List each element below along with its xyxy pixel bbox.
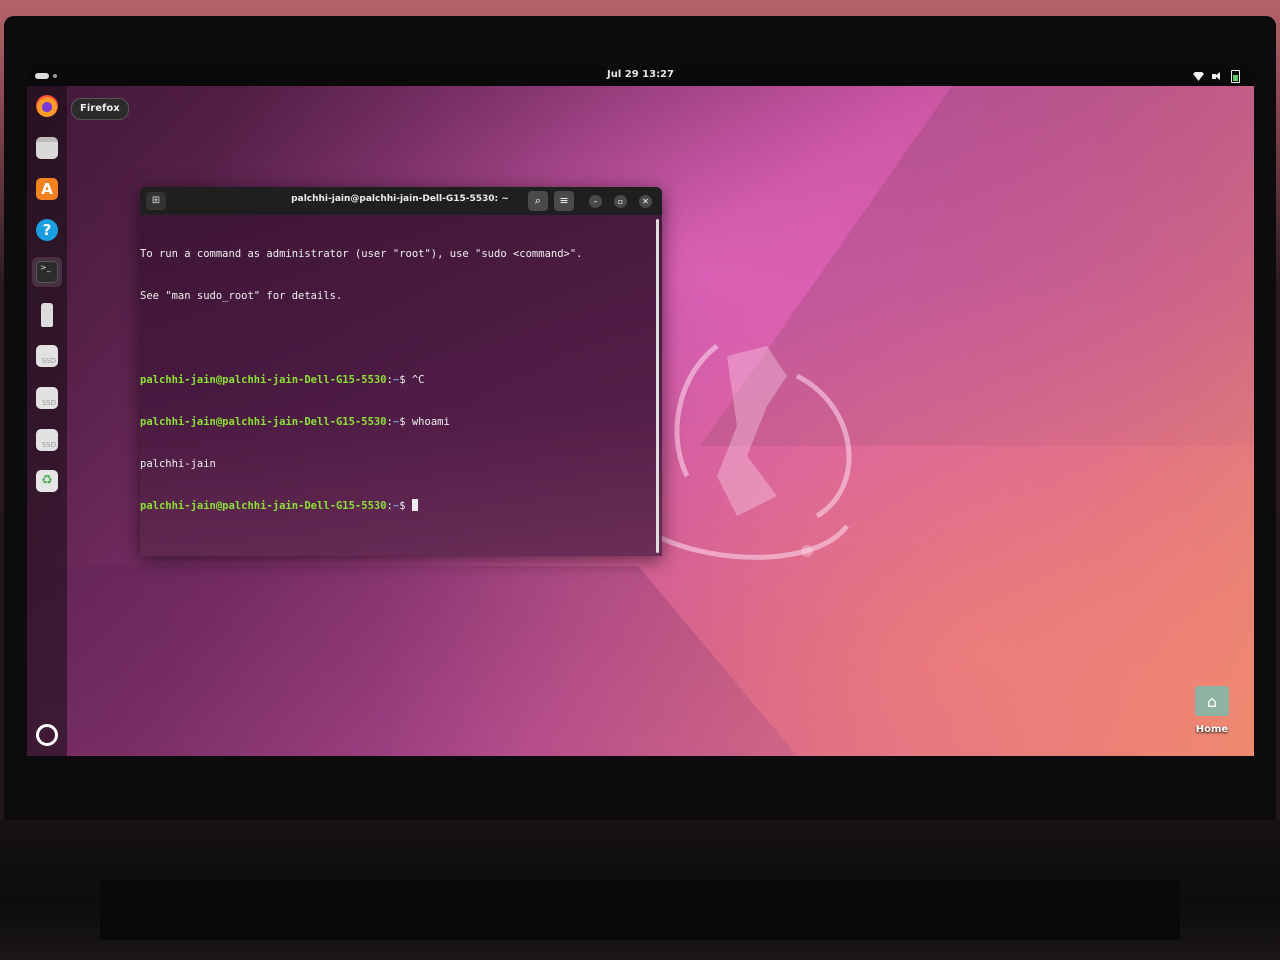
- output-text: palchhi-jain: [140, 458, 216, 470]
- minimize-icon: –: [593, 197, 598, 206]
- prompt-user-host: palchhi-jain@palchhi-jain-Dell-G15-5530: [140, 416, 387, 428]
- dock-item-app-center[interactable]: A: [32, 174, 62, 204]
- maximize-icon: ▫: [617, 197, 624, 206]
- dock-item-drive-1[interactable]: SSD: [32, 341, 62, 371]
- system-tray[interactable]: [1193, 70, 1240, 83]
- dock-item-firefox[interactable]: [32, 91, 62, 121]
- help-icon: ?: [36, 219, 58, 241]
- command-text: ^C: [411, 374, 425, 386]
- output-text: See "man sudo_root" for details.: [140, 290, 343, 302]
- terminal-line: palchhi-jain: [140, 457, 650, 471]
- search-button[interactable]: ⌕: [528, 191, 548, 211]
- dock-item-help[interactable]: ?: [32, 215, 62, 245]
- minimize-button[interactable]: –: [589, 195, 602, 208]
- dock-item-usb-drive[interactable]: [32, 299, 62, 329]
- volume-icon[interactable]: [1212, 72, 1223, 81]
- battery-icon[interactable]: [1231, 70, 1240, 83]
- home-label: Home: [1195, 724, 1229, 735]
- dock-item-terminal[interactable]: >_: [32, 257, 62, 287]
- firefox-icon: [36, 95, 58, 117]
- terminal-line: palchhi-jain@palchhi-jain-Dell-G15-5530:…: [140, 416, 450, 428]
- dock: A ? >_ SSD SSD SSD ♻: [27, 86, 67, 756]
- trash-icon: ♻: [36, 470, 58, 492]
- window-title: palchhi-jain@palchhi-jain-Dell-G15-5530:…: [291, 194, 509, 204]
- output-text: To run a command as administrator (user …: [140, 248, 583, 260]
- prompt-path: ~: [392, 500, 400, 512]
- prompt-path: ~: [392, 374, 400, 386]
- dock-item-files[interactable]: [32, 133, 62, 163]
- terminal-scrollbar[interactable]: [656, 219, 659, 553]
- home-folder-icon: ⌂: [1195, 686, 1229, 716]
- menu-button[interactable]: ≡: [554, 191, 574, 211]
- files-icon: [36, 137, 58, 159]
- app-center-icon: A: [36, 178, 58, 200]
- drive-icon: SSD: [36, 345, 58, 367]
- terminal-line: palchhi-jain@palchhi-jain-Dell-G15-5530:…: [140, 499, 650, 513]
- app-grid-icon: [36, 724, 58, 746]
- drive-icon: SSD: [36, 429, 58, 451]
- top-bar: Jul 29 13:27: [27, 66, 1254, 86]
- terminal-titlebar[interactable]: ⊞ palchhi-jain@palchhi-jain-Dell-G15-553…: [140, 187, 662, 215]
- dock-item-trash[interactable]: ♻: [32, 466, 62, 496]
- terminal-output[interactable]: To run a command as administrator (user …: [140, 219, 650, 541]
- hamburger-menu-icon: ≡: [559, 194, 569, 207]
- new-tab-button[interactable]: ⊞: [146, 192, 166, 210]
- close-icon: ✕: [642, 197, 649, 206]
- wifi-icon[interactable]: [1193, 72, 1204, 81]
- terminal-line: palchhi-jain@palchhi-jain-Dell-G15-5530:…: [140, 374, 425, 386]
- terminal-icon: >_: [36, 261, 58, 283]
- clock[interactable]: Jul 29 13:27: [27, 69, 1254, 80]
- desktop-screen: Jul 29 13:27 A ? >_ SSD SSD SSD ♻ Firefo…: [27, 66, 1254, 756]
- wallpaper-mascot: [655, 344, 852, 560]
- show-apps-button[interactable]: [32, 720, 62, 750]
- close-button[interactable]: ✕: [639, 195, 652, 208]
- command-text: whoami: [411, 416, 450, 428]
- dock-tooltip: Firefox: [71, 98, 129, 120]
- dock-item-drive-3[interactable]: SSD: [32, 425, 62, 455]
- prompt-user-host: palchhi-jain@palchhi-jain-Dell-G15-5530: [140, 374, 387, 386]
- laptop-base: [100, 880, 1180, 940]
- prompt-user-host: palchhi-jain@palchhi-jain-Dell-G15-5530: [140, 500, 387, 512]
- new-tab-icon: ⊞: [151, 195, 161, 206]
- terminal-line: To run a command as administrator (user …: [140, 247, 650, 261]
- terminal-window[interactable]: ⊞ palchhi-jain@palchhi-jain-Dell-G15-553…: [140, 187, 662, 556]
- desktop-home-shortcut[interactable]: ⌂ Home: [1187, 686, 1237, 746]
- dock-item-drive-2[interactable]: SSD: [32, 383, 62, 413]
- text-cursor[interactable]: [411, 499, 418, 511]
- prompt-path: ~: [392, 416, 400, 428]
- drive-icon: SSD: [36, 387, 58, 409]
- search-icon: ⌕: [534, 194, 542, 207]
- terminal-line: See "man sudo_root" for details.: [140, 289, 650, 303]
- maximize-button[interactable]: ▫: [614, 195, 627, 208]
- usb-drive-icon: [41, 303, 53, 327]
